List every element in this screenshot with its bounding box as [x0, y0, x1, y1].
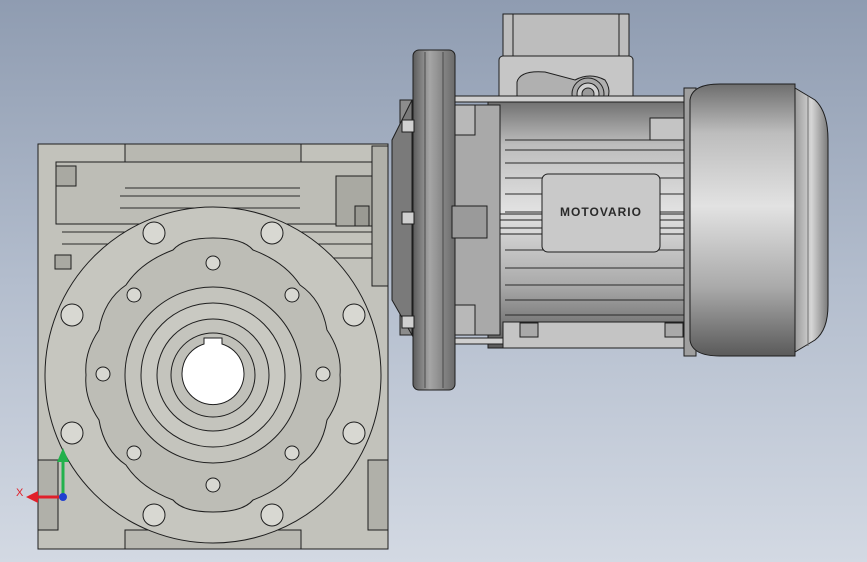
cover-bolt-hole: [142, 503, 166, 527]
cad-model-view: MOTOVARIO X: [16, 13, 829, 550]
electric-motor: MOTOVARIO: [454, 13, 829, 357]
flange-bolt-hole: [205, 255, 221, 271]
cover-bolt-hole: [342, 421, 366, 445]
cover-bolt-hole: [60, 303, 84, 327]
x-axis-label: X: [16, 487, 24, 499]
flange-plate: [412, 49, 456, 391]
worm-gearbox: [37, 143, 389, 550]
cover-bolt-hole: [60, 421, 84, 445]
brand-label: MOTOVARIO: [560, 205, 642, 219]
cover-bolt-hole: [142, 221, 166, 245]
flange-bolt-hole: [284, 445, 300, 461]
flange-bolt-hole: [126, 445, 142, 461]
flange-bolt-hole: [205, 477, 221, 493]
flange-bolt-hole: [315, 366, 331, 382]
x-axis-arrow: [26, 491, 38, 503]
fan-cover: [689, 83, 796, 357]
cover-bolt-hole: [342, 303, 366, 327]
fan-cover-cap: [794, 87, 829, 353]
flange-bolt-hole: [284, 287, 300, 303]
z-axis-origin: [59, 493, 67, 501]
cover-bolt-hole: [260, 221, 284, 245]
cover-bolt-hole: [260, 503, 284, 527]
cad-viewport[interactable]: MOTOVARIO X: [0, 0, 867, 562]
flange-bolt-hole: [126, 287, 142, 303]
flange-bolt-hole: [95, 366, 111, 382]
terminal-box-top: [502, 13, 630, 57]
